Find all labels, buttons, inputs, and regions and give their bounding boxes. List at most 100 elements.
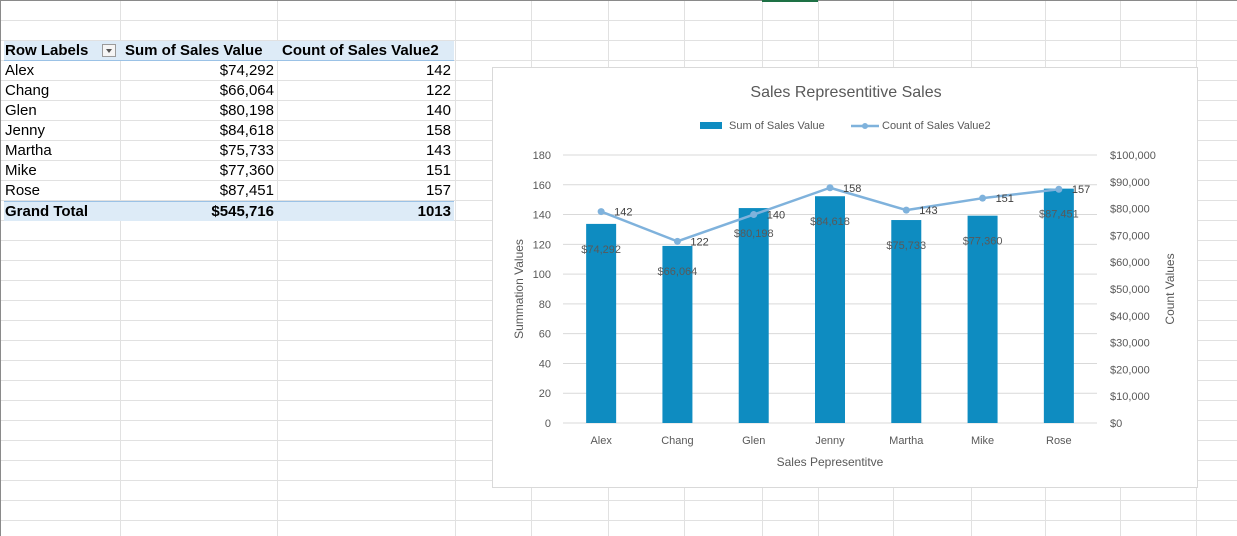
- row-label: Glen: [5, 102, 37, 119]
- y2-tick-label: $50,000: [1110, 284, 1150, 296]
- x-tick-label: Chang: [661, 435, 693, 447]
- line-data-label: 157: [1072, 184, 1090, 196]
- y-tick-label: 180: [533, 150, 551, 162]
- y-tick-label: 20: [539, 388, 551, 400]
- y2-axis-title: Count Values: [1163, 253, 1177, 324]
- pivot-row[interactable]: Martha $75,733 143: [4, 141, 454, 161]
- pivot-row[interactable]: Alex $74,292 142: [4, 61, 454, 81]
- legend-line-label: Count of Sales Value2: [882, 120, 991, 132]
- bar: [1043, 188, 1074, 423]
- y2-tick-label: $30,000: [1110, 338, 1150, 350]
- row-count: 158: [425, 122, 451, 139]
- x-tick-label: Mike: [971, 435, 994, 447]
- x-tick-label: Martha: [889, 435, 924, 447]
- chart-canvas: Sales Representitive Sales Sum of Sales V…: [512, 84, 1177, 469]
- line-marker: [902, 206, 910, 214]
- y2-tick-label: $20,000: [1110, 364, 1150, 376]
- y-tick-label: 100: [533, 269, 551, 281]
- line-marker: [1055, 185, 1063, 193]
- bar-data-label: $84,618: [810, 216, 850, 228]
- sum-header[interactable]: Sum of Sales Value: [125, 41, 277, 61]
- x-tick-label: Alex: [590, 435, 612, 447]
- y-tick-label: 40: [539, 358, 551, 370]
- grand-total-sum: $545,716: [211, 203, 274, 220]
- y-tick-label: 0: [545, 418, 551, 430]
- line-marker: [979, 194, 987, 202]
- line-marker: [597, 208, 605, 216]
- row-count: 157: [425, 182, 451, 199]
- pivot-header-row: Row Labels Sum of Sales Value Count of S…: [4, 41, 454, 61]
- bar: [738, 208, 769, 423]
- x-axis-title: Sales Pepresentitve: [777, 455, 884, 469]
- y2-tick-label: $60,000: [1110, 257, 1150, 269]
- y-tick-label: 140: [533, 210, 551, 222]
- legend-bar-label: Sum of Sales Value: [729, 120, 825, 132]
- selected-column-indicator: [762, 0, 818, 2]
- y2-tick-label: $80,000: [1110, 204, 1150, 216]
- combo-chart[interactable]: Sales Representitive Sales Sum of Sales V…: [492, 67, 1198, 488]
- y2-tick-label: $0: [1110, 418, 1122, 430]
- y2-tick-label: $70,000: [1110, 230, 1150, 242]
- pivot-row[interactable]: Mike $77,360 151: [4, 161, 454, 181]
- pivot-row[interactable]: Jenny $84,618 158: [4, 121, 454, 141]
- row-label: Jenny: [5, 122, 46, 139]
- y-axis-title: Summation Values: [512, 239, 526, 339]
- chart-title: Sales Representitive Sales: [750, 84, 941, 101]
- row-count: 151: [425, 162, 451, 179]
- bar-data-label: $80,198: [734, 228, 774, 240]
- line-marker: [750, 211, 758, 219]
- row-sum: $75,733: [219, 142, 274, 159]
- row-sum: $80,198: [219, 102, 274, 119]
- line-data-label: 140: [767, 210, 785, 222]
- y2-tick-label: $40,000: [1110, 311, 1150, 323]
- row-count: 140: [425, 102, 451, 119]
- row-labels-header[interactable]: Row Labels: [5, 41, 88, 61]
- row-count: 143: [425, 142, 451, 159]
- legend-bar-swatch: [700, 122, 722, 129]
- row-count: 142: [425, 62, 451, 79]
- row-sum: $84,618: [219, 122, 274, 139]
- x-tick-label: Jenny: [815, 435, 845, 447]
- bar-data-label: $74,292: [581, 244, 621, 256]
- row-sum: $77,360: [219, 162, 274, 179]
- y-tick-label: 160: [533, 180, 551, 192]
- row-label: Martha: [5, 142, 52, 159]
- line-data-label: 151: [996, 193, 1014, 205]
- y-tick-label: 80: [539, 299, 551, 311]
- pivot-table[interactable]: Row Labels Sum of Sales Value Count of S…: [4, 41, 454, 221]
- pivot-row[interactable]: Chang $66,064 122: [4, 81, 454, 101]
- row-label: Chang: [5, 82, 50, 99]
- pivot-row[interactable]: Glen $80,198 140: [4, 101, 454, 121]
- bar-data-label: $75,733: [886, 240, 926, 252]
- y2-tick-label: $10,000: [1110, 391, 1150, 403]
- row-sum: $74,292: [219, 62, 274, 79]
- line-marker: [826, 184, 834, 192]
- line-marker: [673, 237, 681, 245]
- y-tick-label: 60: [539, 329, 551, 341]
- line-data-label: 158: [843, 183, 861, 195]
- pivot-row[interactable]: Rose $87,451 157: [4, 181, 454, 201]
- grand-total-label: Grand Total: [5, 203, 89, 220]
- x-tick-label: Rose: [1046, 435, 1072, 447]
- row-label: Rose: [5, 182, 41, 199]
- bar: [815, 196, 845, 423]
- grand-total-row[interactable]: Grand Total $545,716 1013: [4, 201, 454, 221]
- row-sum: $66,064: [219, 82, 274, 99]
- grand-total-count: 1013: [417, 203, 451, 220]
- y-tick-label: 120: [533, 239, 551, 251]
- row-label: Alex: [5, 62, 35, 79]
- bar-data-label: $66,064: [658, 266, 698, 278]
- count-header[interactable]: Count of Sales Value2: [282, 41, 455, 61]
- y2-tick-label: $90,000: [1110, 177, 1150, 189]
- line-data-label: 143: [919, 205, 937, 217]
- row-sum: $87,451: [219, 182, 274, 199]
- x-tick-label: Glen: [742, 435, 765, 447]
- legend-line-marker: [862, 123, 868, 129]
- bar-data-label: $87,451: [1039, 209, 1079, 221]
- y2-tick-label: $100,000: [1110, 150, 1156, 162]
- row-label: Mike: [5, 162, 37, 179]
- line-data-label: 122: [690, 236, 708, 248]
- filter-dropdown-icon[interactable]: [102, 44, 116, 57]
- row-count: 122: [425, 82, 451, 99]
- line-data-label: 142: [614, 207, 632, 219]
